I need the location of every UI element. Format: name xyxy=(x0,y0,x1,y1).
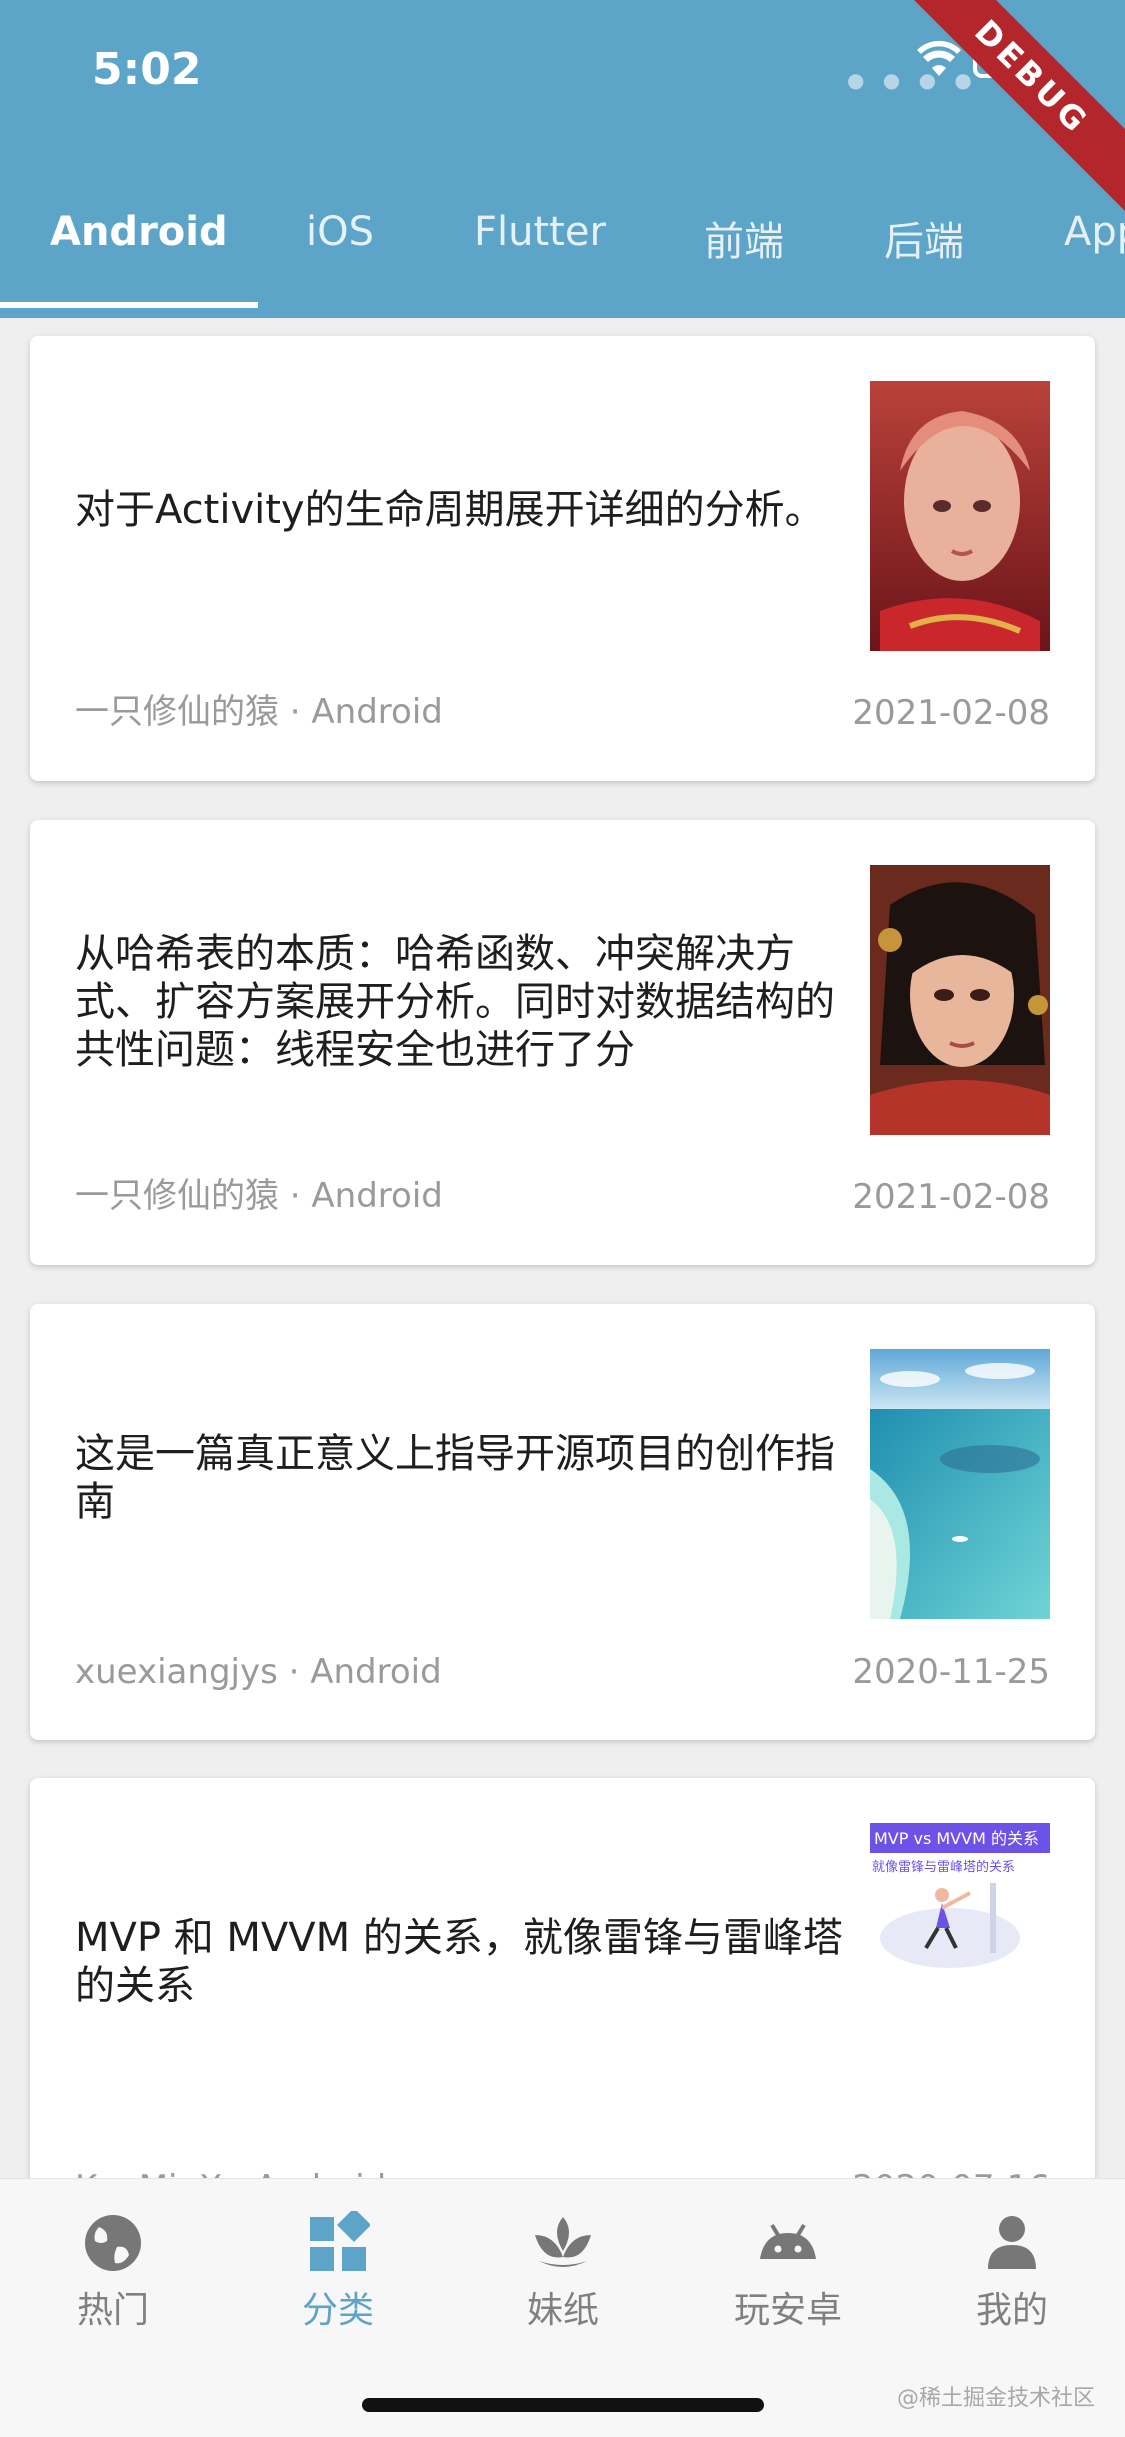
article-card[interactable]: 这是一篇真正意义上指导开源项目的创作指南 xuexiangjys · Andro… xyxy=(30,1304,1095,1740)
article-author: xuexiangjys · Android xyxy=(75,1652,442,1692)
article-author: 一只修仙的猿 · Android xyxy=(75,692,443,732)
category-tabs: Android iOS Flutter 前端 后端 App xyxy=(0,195,1125,307)
article-thumbnail xyxy=(870,865,1050,1135)
thumb-subtitle: 就像雷锋与雷峰塔的关系 xyxy=(872,1859,1015,1875)
article-thumbnail xyxy=(870,381,1050,651)
thumb-title: MVP vs MVVM 的关系 xyxy=(874,1829,1039,1848)
tab-indicator xyxy=(0,302,258,308)
nav-label: 分类 xyxy=(301,2290,374,2331)
globe-icon xyxy=(85,2215,141,2271)
article-author: KunMinX · Android xyxy=(75,2168,386,2178)
android-icon xyxy=(760,2223,816,2259)
debug-banner: DEBUG xyxy=(894,0,1125,215)
nav-label: 玩安卓 xyxy=(733,2290,842,2331)
article-date: 2021-02-08 xyxy=(852,1177,1050,1217)
nav-item-category[interactable]: 分类 xyxy=(248,2211,428,2333)
article-list[interactable]: 对于Activity的生命周期展开详细的分析。 一只修仙的猿 · Android… xyxy=(0,318,1125,2178)
article-card[interactable]: MVP 和 MVVM 的关系，就像雷锋与雷峰塔的关系 KunMinX · And… xyxy=(30,1778,1095,2178)
article-thumbnail xyxy=(870,1349,1050,1619)
tab-app[interactable]: App xyxy=(1064,209,1125,255)
tab-flutter[interactable]: Flutter xyxy=(474,209,606,255)
home-indicator[interactable] xyxy=(362,2398,764,2412)
tab-ios[interactable]: iOS xyxy=(306,209,374,255)
nav-label: 我的 xyxy=(975,2290,1048,2331)
article-card[interactable]: 对于Activity的生命周期展开详细的分析。 一只修仙的猿 · Android… xyxy=(30,336,1095,781)
lotus-icon xyxy=(535,2217,591,2267)
article-title: MVP 和 MVVM 的关系，就像雷锋与雷峰塔的关系 xyxy=(75,1915,843,2009)
tab-backend[interactable]: 后端 xyxy=(884,209,964,267)
tab-android[interactable]: Android xyxy=(50,209,228,255)
status-time: 5:02 xyxy=(92,44,202,95)
article-title: 从哈希表的本质：哈希函数、冲突解决方式、扩容方案展开分析。同时对数据结构的共性问… xyxy=(75,931,835,1073)
article-card[interactable]: 从哈希表的本质：哈希函数、冲突解决方式、扩容方案展开分析。同时对数据结构的共性问… xyxy=(30,820,1095,1265)
wifi-icon xyxy=(917,40,961,76)
nav-item-mine[interactable]: 我的 xyxy=(922,2211,1102,2333)
article-title: 对于Activity的生命周期展开详细的分析。 xyxy=(75,487,825,533)
nav-label: 热门 xyxy=(76,2290,149,2331)
app-bar: 5:02 ● ● ● ● DEBUG Android iOS Flutter 前… xyxy=(0,0,1125,318)
nav-item-girls[interactable]: 妹纸 xyxy=(473,2211,653,2333)
person-icon xyxy=(988,2216,1036,2269)
nav-label: 妹纸 xyxy=(526,2290,599,2331)
tab-frontend[interactable]: 前端 xyxy=(704,209,784,267)
article-author: 一只修仙的猿 · Android xyxy=(75,1176,443,1216)
article-date: 2020-11-25 xyxy=(852,1652,1050,1692)
category-icon xyxy=(310,2211,370,2271)
article-date: 2021-02-08 xyxy=(852,693,1050,733)
watermark: @稀土掘金技术社区 xyxy=(896,2386,1095,2411)
article-title: 这是一篇真正意义上指导开源项目的创作指南 xyxy=(75,1431,835,1525)
article-date: 2020-07-16 xyxy=(852,2168,1050,2178)
article-thumbnail: MVP vs MVVM 的关系 就像雷锋与雷峰塔的关系 xyxy=(870,1823,1050,2093)
nav-item-hot[interactable]: 热门 xyxy=(23,2211,203,2333)
nav-item-android[interactable]: 玩安卓 xyxy=(698,2211,878,2333)
